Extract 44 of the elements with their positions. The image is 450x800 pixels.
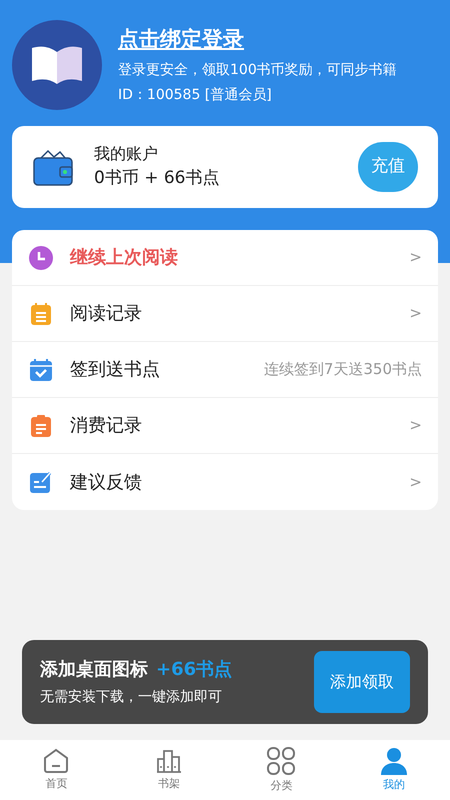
menu-item[interactable]: 签到送书点 连续签到7天送350书点 [12,342,438,398]
tab-label: 我的 [382,776,405,793]
tab-label: 书架 [158,776,180,792]
menu-note: 连续签到7天送350书点 [264,359,422,380]
notepad-icon [30,302,52,326]
clock-icon [28,244,54,270]
grid-icon [266,746,296,776]
nav-tab[interactable]: 分类 [225,740,338,800]
clipboard-icon [30,414,52,438]
menu-label: 阅读记录 [70,302,143,326]
login-benefit-text: 登录更安全，领取100书币奖励，可同步书籍 [118,60,397,80]
banner-title: 添加桌面图标 [40,658,148,682]
nav-tab[interactable]: 首页 [0,740,112,800]
home-icon [42,748,70,774]
book-logo-icon [12,20,102,110]
wallet-icon [32,147,74,187]
nav-tab[interactable]: 我的 [338,740,450,800]
account-balance: 0书币 + 66书点 [94,167,220,190]
recharge-button[interactable]: 充值 [358,142,418,192]
banner-subtitle: 无需安装下载，一键添加即可 [40,688,223,707]
calendar-check-icon [29,358,53,382]
tab-label: 首页 [45,776,68,792]
menu-item[interactable]: 继续上次阅读 > [12,230,438,286]
chevron-text: > [409,415,422,436]
claim-button[interactable]: 添加领取 [314,651,410,713]
banner-bonus: +66书点 [156,658,232,682]
person-icon [378,746,409,775]
chevron-text: > [409,303,422,324]
chevron-text: > [409,247,422,268]
bookshelf-icon [154,748,183,774]
login-link[interactable]: 点击绑定登录 [118,24,397,56]
chevron-text: > [409,472,422,493]
edit-note-icon [29,470,53,494]
menu-label: 签到送书点 [70,358,161,382]
tab-label: 分类 [270,778,292,794]
menu-label: 建议反馈 [70,470,143,494]
menu-label: 继续上次阅读 [70,246,179,270]
menu-item[interactable]: 消费记录 > [12,398,438,454]
account-title: 我的账户 [94,143,159,166]
menu-item[interactable]: 建议反馈 > [12,454,438,510]
nav-tab[interactable]: 书架 [112,740,225,800]
menu-item[interactable]: 阅读记录 > [12,286,438,342]
member-id-text: ID：100585 [普通会员] [118,86,273,105]
menu-label: 消费记录 [70,414,143,438]
